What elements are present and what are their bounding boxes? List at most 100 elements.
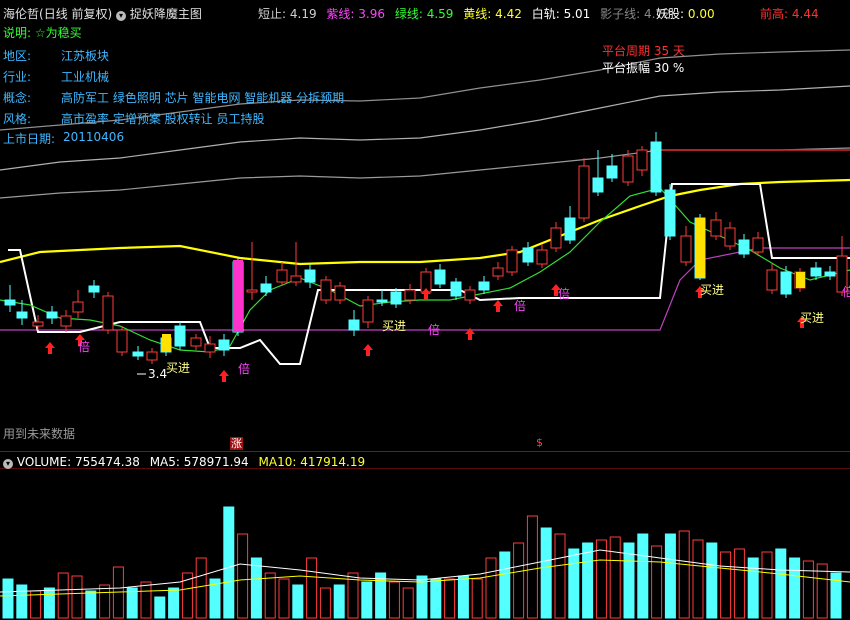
volume-bar[interactable] [526,515,538,619]
volume-bar[interactable] [333,584,345,619]
candle-body[interactable] [46,311,58,319]
volume-bar[interactable] [16,584,28,619]
volume-bar[interactable] [264,572,276,619]
candle-body[interactable] [536,249,548,265]
candle-body[interactable] [664,189,676,237]
candle-body[interactable] [146,351,158,361]
candle-body[interactable] [174,325,186,347]
volume-bar[interactable] [457,575,469,619]
volume-bar[interactable] [789,557,801,619]
volume-bar[interactable] [71,575,83,619]
candle-body[interactable] [4,299,16,306]
candle-body[interactable] [810,267,822,277]
candlestick-chart[interactable]: 倍倍倍倍倍 倍买进买进买进买进3.4 [0,0,850,452]
volume-bar[interactable] [99,584,111,619]
volume-bar[interactable] [2,578,14,619]
volume-bar[interactable] [637,533,649,619]
volume-bar[interactable] [609,536,621,619]
candle-body[interactable] [204,343,216,353]
volume-bar[interactable] [775,548,787,619]
candle-body[interactable] [218,339,230,351]
candle-body[interactable] [464,289,476,301]
volume-bar[interactable] [388,581,400,619]
volume-bar[interactable] [582,542,594,619]
volume-bar[interactable] [154,596,166,619]
candle-body[interactable] [362,299,374,323]
volume-bar[interactable] [361,581,373,619]
volume-bar[interactable] [692,539,704,619]
volume-bar[interactable] [706,542,718,619]
candle-body[interactable] [550,227,562,249]
volume-bar[interactable] [195,557,207,619]
volume-bar[interactable] [430,578,442,619]
volume-bar[interactable] [306,557,318,619]
candle-body[interactable] [636,149,648,171]
candle-body[interactable] [246,289,258,293]
volume-bar[interactable] [499,551,511,619]
volume-bar[interactable] [43,587,55,619]
candle-body[interactable] [404,289,416,301]
candle-body[interactable] [710,219,722,237]
volume-bar[interactable] [485,557,497,619]
volume-bar[interactable] [57,572,69,619]
candle-body[interactable] [16,311,28,319]
candle-body[interactable] [478,281,490,291]
candle-body[interactable] [492,267,504,277]
volume-bar[interactable] [140,581,152,619]
candle-body[interactable] [450,281,462,297]
candle-body[interactable] [390,291,402,305]
candle-body[interactable] [72,301,84,313]
candle-body[interactable] [116,329,128,353]
candle-body[interactable] [334,285,346,301]
highlight-candle-small[interactable] [162,334,171,352]
volume-bar[interactable] [816,563,828,619]
limit-up-candle[interactable] [233,260,243,332]
volume-chart[interactable] [0,452,850,620]
candle-body[interactable] [592,177,604,193]
candle-body[interactable] [578,165,590,219]
volume-bar[interactable] [292,584,304,619]
candle-body[interactable] [132,351,144,357]
volume-bar[interactable] [237,533,249,619]
volume-bar[interactable] [126,587,138,619]
candle-body[interactable] [824,271,836,277]
volume-bar[interactable] [85,590,97,619]
volume-bar[interactable] [678,530,690,619]
candle-body[interactable] [506,249,518,273]
candle-body[interactable] [32,321,44,327]
volume-bar[interactable] [444,578,456,619]
volume-bar[interactable] [250,557,262,619]
candle-body[interactable] [376,299,388,303]
volume-bar[interactable] [747,557,759,619]
volume-bar[interactable] [319,587,331,619]
volume-bar[interactable] [168,587,180,619]
volume-bar[interactable] [471,578,483,619]
chevron-down-icon[interactable]: ▾ [3,459,13,469]
candle-body[interactable] [304,269,316,283]
volume-bar[interactable] [554,533,566,619]
candle-body[interactable] [260,283,272,293]
volume-bar[interactable] [733,548,745,619]
volume-bar[interactable] [402,587,414,619]
candle-body[interactable] [650,141,662,193]
candle-body[interactable] [348,319,360,331]
candle-body[interactable] [564,217,576,241]
highlight-candle-right[interactable] [796,272,805,288]
volume-bar[interactable] [540,527,552,619]
candle-body[interactable] [434,269,446,285]
highlight-candle-yellow[interactable] [695,218,705,278]
candle-body[interactable] [766,269,778,291]
volume-bar[interactable] [595,539,607,619]
volume-bar[interactable] [761,551,773,619]
candle-body[interactable] [60,315,72,327]
volume-bar[interactable] [223,506,235,619]
volume-bar[interactable] [278,578,290,619]
volume-bar[interactable] [568,548,580,619]
candle-body[interactable] [190,337,202,347]
candle-body[interactable] [102,295,114,331]
candle-body[interactable] [522,247,534,263]
candle-body[interactable] [680,235,692,263]
candle-body[interactable] [88,285,100,293]
candle-body[interactable] [780,271,792,295]
candle-body[interactable] [738,239,750,255]
